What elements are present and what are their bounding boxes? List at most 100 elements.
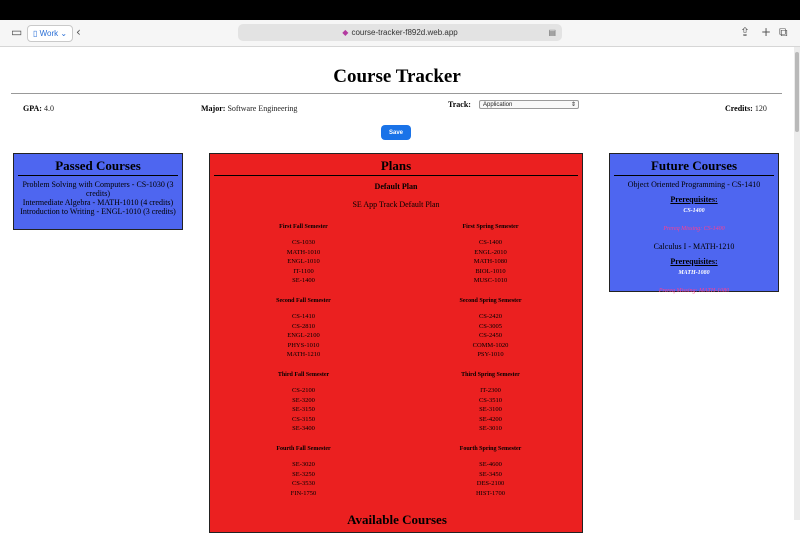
course-code[interactable]: IT-2300 (397, 386, 584, 396)
prerequisites-label: Prerequisites: (670, 195, 718, 204)
passed-courses-list: Problem Solving with Computers - CS-1030… (16, 180, 180, 216)
site-favicon-icon: ◆ (342, 28, 349, 37)
back-icon[interactable]: ‹ (76, 25, 81, 39)
track-info: Track: (448, 100, 471, 109)
future-course-item: Object Oriented Programming - CS-1410 Pr… (610, 180, 778, 232)
course-code[interactable]: SE-3450 (397, 470, 584, 480)
course-code[interactable]: IT-1100 (210, 267, 397, 277)
future-course-name: Object Oriented Programming - CS-1410 (627, 180, 761, 189)
course-code[interactable]: CS-1400 (397, 238, 584, 248)
address-bar[interactable]: ◆ course-tracker-f892d.web.app ▤ (238, 24, 562, 41)
course-code[interactable]: CS-2420 (397, 312, 584, 322)
major-value: Software Engineering (227, 104, 298, 113)
address-text: course-tracker-f892d.web.app (351, 28, 458, 37)
course-code[interactable]: SE-3200 (210, 396, 397, 406)
course-code[interactable]: SE-3010 (397, 424, 584, 434)
course-code[interactable]: CS-3150 (210, 415, 397, 425)
major-label: Major: (201, 104, 226, 113)
course-code[interactable]: CS-3510 (397, 396, 584, 406)
course-code[interactable]: ENGL-1010 (210, 257, 397, 267)
track-selected-value: Application (483, 102, 513, 108)
semester-third-fall: Third Fall Semester CS-2100 SE-3200 SE-3… (210, 372, 397, 446)
course-code[interactable]: CS-2450 (397, 331, 584, 341)
semester-name: First Spring Semester (462, 224, 519, 230)
course-code[interactable]: CS-1030 (210, 238, 397, 248)
course-code[interactable]: SE-4600 (397, 460, 584, 470)
course-code[interactable]: SE-3100 (397, 405, 584, 415)
semester-first-fall: First Fall Semester CS-1030 MATH-1010 EN… (210, 224, 397, 298)
sidebar-icon[interactable]: ▭ (11, 25, 22, 39)
header-divider (11, 93, 782, 94)
passed-courses-title: Passed Courses (18, 158, 178, 176)
future-course-name: Calculus I - MATH-1210 (653, 242, 735, 251)
semester-second-spring: Second Spring Semester CS-2420 CS-3005 C… (397, 298, 584, 372)
course-code[interactable]: DES-2100 (397, 479, 584, 489)
system-top-bar (0, 0, 800, 20)
course-code[interactable]: CS-3005 (397, 322, 584, 332)
credits-info: Credits: 120 (725, 104, 767, 113)
course-code[interactable]: CS-2100 (210, 386, 397, 396)
course-code[interactable]: SE-4200 (397, 415, 584, 425)
semester-grid: First Fall Semester CS-1030 MATH-1010 EN… (210, 224, 584, 520)
course-code[interactable]: MUSC-1010 (397, 276, 584, 286)
prerequisite-course: MATH-1080 (678, 270, 710, 276)
available-courses-title: Available Courses (347, 512, 447, 527)
save-button[interactable]: Save (381, 125, 411, 140)
semester-name: Fourth Spring Semester (459, 446, 522, 452)
course-code[interactable]: CS-3530 (210, 479, 397, 489)
new-tab-icon[interactable]: + (761, 25, 771, 39)
list-item: Problem Solving with Computers - CS-1030… (22, 180, 174, 198)
course-code[interactable]: SE-1400 (210, 276, 397, 286)
tab-group-button[interactable]: ▯ Work ⌄ (27, 25, 74, 42)
course-code[interactable]: PHYS-1010 (210, 341, 397, 351)
course-code[interactable]: BIOL-1010 (397, 267, 584, 277)
semester-fourth-fall: Fourth Fall Semester SE-3020 SE-3250 CS-… (210, 446, 397, 520)
semester-third-spring: Third Spring Semester IT-2300 CS-3510 SE… (397, 372, 584, 446)
course-code[interactable]: SE-3400 (210, 424, 397, 434)
course-code[interactable]: COMM-1020 (397, 341, 584, 351)
track-select[interactable]: Application ⇕ (479, 100, 579, 109)
course-code[interactable]: MATH-1080 (397, 257, 584, 267)
list-item: Intermediate Algebra - MATH-1010 (4 cred… (22, 198, 174, 207)
prerequisite-course: CS-1400 (683, 208, 705, 214)
course-code[interactable]: SE-3250 (210, 470, 397, 480)
tab-overview-icon[interactable]: ⧉ (779, 25, 788, 40)
scrollbar-thumb[interactable] (795, 52, 799, 132)
plans-panel: Plans Default Plan SE App Track Default … (209, 153, 583, 533)
course-code[interactable]: ENGL-2010 (397, 248, 584, 258)
semester-fourth-spring: Fourth Spring Semester SE-4600 SE-3450 D… (397, 446, 584, 520)
course-code[interactable]: PSY-1010 (397, 350, 584, 360)
course-code[interactable]: MATH-1010 (210, 248, 397, 258)
semester-name: Second Spring Semester (459, 298, 522, 304)
credits-value: 120 (754, 104, 767, 113)
page-title: Course Tracker (333, 66, 461, 87)
course-code[interactable]: CS-1410 (210, 312, 397, 322)
semester-name: Third Spring Semester (461, 372, 520, 378)
course-code[interactable]: MATH-1210 (210, 350, 397, 360)
course-code[interactable]: SE-3150 (210, 405, 397, 415)
prerequisites-label: Prerequisites: (670, 257, 718, 266)
share-icon[interactable]: ⇪ (740, 25, 750, 39)
course-code[interactable]: CS-2810 (210, 322, 397, 332)
plan-name: Default Plan (374, 182, 418, 191)
course-code[interactable]: HIST-1700 (397, 489, 584, 499)
semester-name: Second Fall Semester (276, 298, 331, 304)
future-courses-panel: Future Courses Object Oriented Programmi… (609, 153, 779, 294)
major-info: Major: Software Engineering (201, 104, 297, 113)
course-code[interactable]: SE-3020 (210, 460, 397, 470)
browser-toolbar: ▭ ▯ Work ⌄ ‹ ◆ course-tracker-f892d.web.a… (0, 20, 800, 47)
plan-description: SE App Track Default Plan (352, 200, 440, 209)
plans-title: Plans (214, 158, 578, 176)
reader-icon[interactable]: ▤ (548, 24, 556, 41)
passed-courses-panel: Passed Courses Problem Solving with Comp… (13, 153, 183, 230)
course-code[interactable]: FIN-1750 (210, 489, 397, 499)
prereq-missing-text: Prereq Missing: MATH-1080 (658, 288, 730, 294)
tab-group-label: Work (39, 29, 59, 38)
semester-name: First Fall Semester (279, 224, 328, 230)
semester-second-fall: Second Fall Semester CS-1410 CS-2810 ENG… (210, 298, 397, 372)
future-course-item: Calculus I - MATH-1210 Prerequisites: MA… (610, 242, 778, 294)
gpa-info: GPA: 4.0 (23, 104, 54, 113)
course-code[interactable]: ENGL-2100 (210, 331, 397, 341)
gpa-value: 4.0 (43, 104, 54, 113)
